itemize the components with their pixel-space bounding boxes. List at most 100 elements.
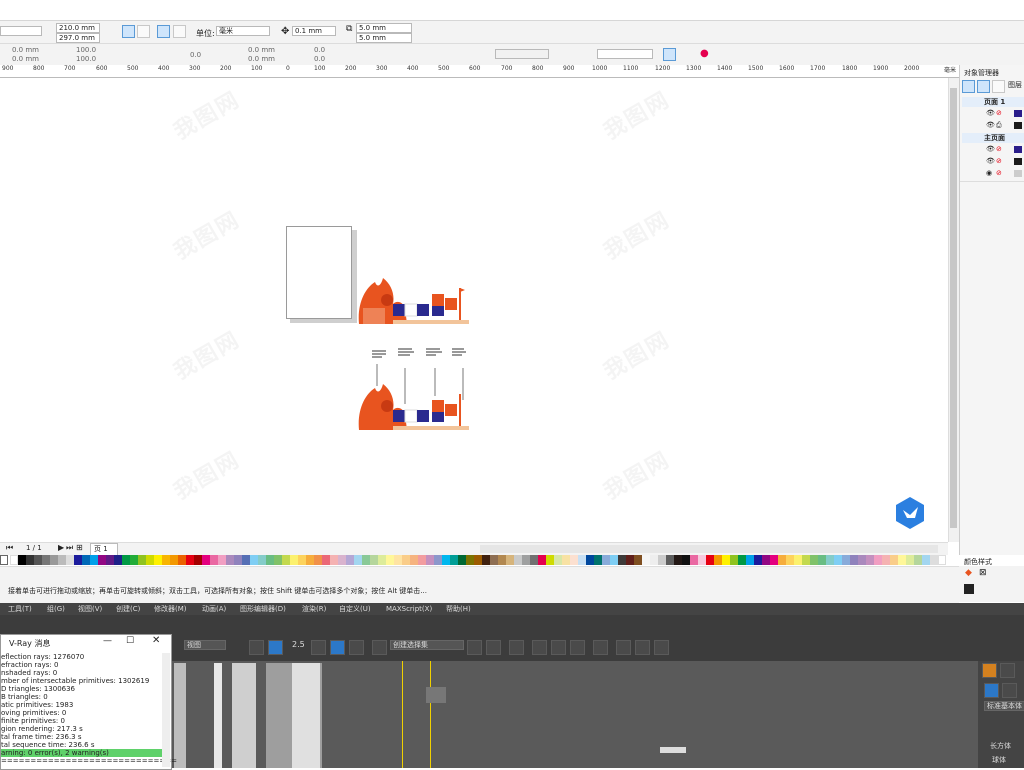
- palette-swatch[interactable]: [82, 555, 90, 565]
- palette-swatch[interactable]: [658, 555, 666, 565]
- palette-swatch[interactable]: [346, 555, 354, 565]
- palette-swatch[interactable]: [922, 555, 930, 565]
- palette-swatch[interactable]: [514, 555, 522, 565]
- print-icon[interactable]: ⊘: [996, 145, 1002, 153]
- val-b-field[interactable]: 0.0: [314, 55, 325, 63]
- palette-swatch[interactable]: [138, 555, 146, 565]
- print-icon[interactable]: ⊘: [996, 157, 1002, 165]
- align-button[interactable]: [486, 640, 501, 655]
- all-pages-button[interactable]: [157, 25, 170, 38]
- palette-swatch[interactable]: [250, 555, 258, 565]
- palette-swatch[interactable]: [42, 555, 50, 565]
- rendered-frame-button[interactable]: [635, 640, 650, 655]
- angle-snap-button[interactable]: [311, 640, 326, 655]
- palette-swatch[interactable]: [586, 555, 594, 565]
- current-page-button[interactable]: [173, 25, 186, 38]
- master-layer-row[interactable]: 👁 ⊘: [980, 145, 1024, 155]
- artwork-culture-wall-top[interactable]: [357, 274, 469, 328]
- layer-manager-view-button[interactable]: [992, 80, 1005, 93]
- palette-swatch[interactable]: [58, 555, 66, 565]
- render-setup-button[interactable]: [616, 640, 631, 655]
- palette-swatch[interactable]: [618, 555, 626, 565]
- palette-swatch[interactable]: [282, 555, 290, 565]
- palette-swatch[interactable]: [762, 555, 770, 565]
- palette-swatch[interactable]: [106, 555, 114, 565]
- palette-swatch[interactable]: [298, 555, 306, 565]
- palette-swatch[interactable]: [890, 555, 898, 565]
- palette-swatch[interactable]: [194, 555, 202, 565]
- palette-swatch[interactable]: [66, 555, 74, 565]
- nudge-field[interactable]: 0.1 mm: [292, 26, 336, 36]
- eye-icon[interactable]: 👁: [986, 157, 995, 165]
- palette-swatch[interactable]: [274, 555, 282, 565]
- shapes-icon[interactable]: [1002, 683, 1017, 698]
- palette-swatch[interactable]: [578, 555, 586, 565]
- palette-swatch[interactable]: [850, 555, 858, 565]
- drawing-page[interactable]: [286, 226, 352, 319]
- layer-row[interactable]: 👁 ⎙: [980, 121, 1024, 131]
- palette-swatch[interactable]: [418, 555, 426, 565]
- duplicate-x-field[interactable]: 5.0 mm: [356, 23, 412, 33]
- minimize-icon[interactable]: —: [103, 636, 112, 646]
- palette-swatch[interactable]: [98, 555, 106, 565]
- render-production-button[interactable]: [654, 640, 669, 655]
- palette-swatch[interactable]: [234, 555, 242, 565]
- palette-swatch[interactable]: [626, 555, 634, 565]
- max-viewport[interactable]: [170, 661, 978, 768]
- angle-field[interactable]: 0.0: [190, 51, 201, 59]
- spinner-snap-button[interactable]: [349, 640, 364, 655]
- palette-swatch[interactable]: [466, 555, 474, 565]
- master-layer-row[interactable]: ◉ ⊘: [980, 169, 1024, 179]
- menu-modifiers[interactable]: 修改器(M): [154, 603, 187, 615]
- menu-rendering[interactable]: 渲染(R): [302, 603, 326, 615]
- page-width-field[interactable]: 210.0 mm: [56, 23, 100, 33]
- palette-swatch[interactable]: [794, 555, 802, 565]
- scale-x-field[interactable]: 100.0: [76, 46, 96, 54]
- palette-swatch[interactable]: [34, 555, 42, 565]
- palette-swatch[interactable]: [306, 555, 314, 565]
- print-icon[interactable]: ⎙: [996, 121, 1002, 130]
- palette-swatch[interactable]: [226, 555, 234, 565]
- palette-swatch[interactable]: [714, 555, 722, 565]
- palette-swatch[interactable]: [698, 555, 706, 565]
- box-button[interactable]: 长方体: [990, 741, 1011, 751]
- print-icon[interactable]: ⊘: [996, 169, 1002, 177]
- x-field[interactable]: 0.0 mm: [12, 46, 39, 54]
- palette-swatch[interactable]: [530, 555, 538, 565]
- pos-a-field[interactable]: 0.0 mm: [248, 46, 275, 54]
- canvas-vertical-scrollbar[interactable]: [948, 78, 959, 542]
- palette-swatch[interactable]: [90, 555, 98, 565]
- menu-maxscript[interactable]: MAXScript(X): [386, 603, 432, 615]
- palette-swatch[interactable]: [10, 555, 18, 565]
- paper-size-select[interactable]: [0, 26, 42, 36]
- palette-swatch[interactable]: [26, 555, 34, 565]
- landscape-button[interactable]: [137, 25, 150, 38]
- palette-swatch[interactable]: [802, 555, 810, 565]
- scale-y-field[interactable]: 100.0: [76, 55, 96, 63]
- palette-swatch[interactable]: [458, 555, 466, 565]
- page-tab[interactable]: 页 1: [90, 543, 118, 555]
- palette-swatch[interactable]: [386, 555, 394, 565]
- mirror-button[interactable]: [467, 640, 482, 655]
- palette-swatch[interactable]: [290, 555, 298, 565]
- palette-swatch[interactable]: [906, 555, 914, 565]
- next-page-icon[interactable]: ▶: [58, 543, 64, 552]
- color-wheel-icon[interactable]: ●: [700, 48, 709, 59]
- menu-views[interactable]: 视图(V): [78, 603, 102, 615]
- palette-swatch[interactable]: [330, 555, 338, 565]
- eye-icon[interactable]: ◉: [986, 169, 992, 177]
- palette-swatch[interactable]: [554, 555, 562, 565]
- last-page-icon[interactable]: ⏭: [66, 543, 73, 553]
- no-color-swatch[interactable]: [0, 555, 8, 565]
- page1-row[interactable]: 页面 1: [962, 97, 1024, 107]
- scroll-thumb[interactable]: [950, 88, 957, 528]
- vray-log-scrollbar[interactable]: [162, 653, 170, 767]
- palette-swatch[interactable]: [786, 555, 794, 565]
- palette-swatch[interactable]: [706, 555, 714, 565]
- palette-swatch[interactable]: [738, 555, 746, 565]
- layer-tab[interactable]: 图层: [1008, 80, 1022, 90]
- palette-swatch[interactable]: [130, 555, 138, 565]
- menu-tools[interactable]: 工具(T): [8, 603, 32, 615]
- duplicate-y-field[interactable]: 5.0 mm: [356, 33, 412, 43]
- select-rotate-button[interactable]: [268, 640, 283, 655]
